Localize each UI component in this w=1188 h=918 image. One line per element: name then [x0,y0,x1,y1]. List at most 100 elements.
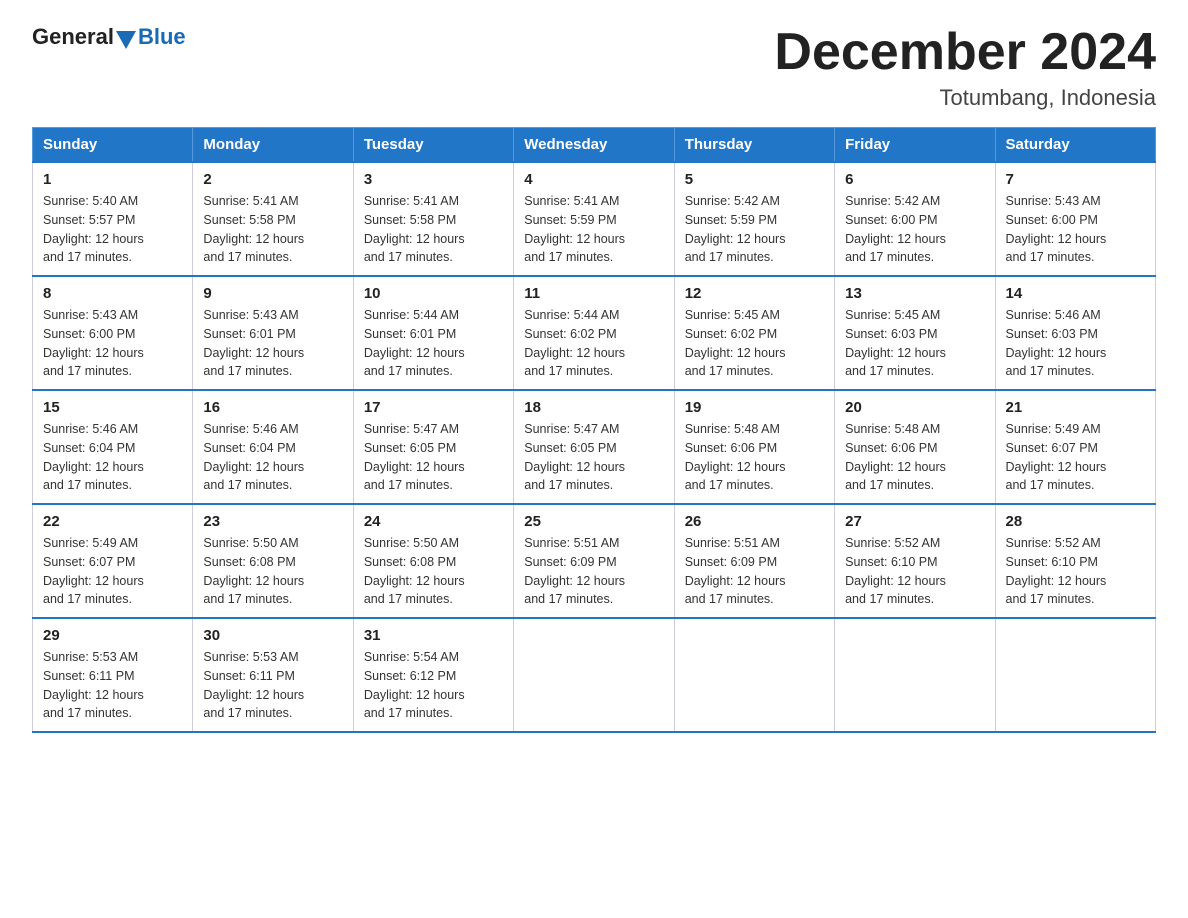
day-info: Sunrise: 5:53 AM Sunset: 6:11 PM Dayligh… [43,648,182,723]
calendar-cell: 7 Sunrise: 5:43 AM Sunset: 6:00 PM Dayli… [995,162,1155,276]
day-info: Sunrise: 5:43 AM Sunset: 6:00 PM Dayligh… [1006,192,1145,267]
day-number: 13 [845,285,984,302]
day-info: Sunrise: 5:46 AM Sunset: 6:04 PM Dayligh… [203,420,342,495]
col-wednesday: Wednesday [514,128,674,163]
calendar-cell: 21 Sunrise: 5:49 AM Sunset: 6:07 PM Dayl… [995,390,1155,504]
calendar-cell: 3 Sunrise: 5:41 AM Sunset: 5:58 PM Dayli… [353,162,513,276]
calendar-week-row-2: 8 Sunrise: 5:43 AM Sunset: 6:00 PM Dayli… [33,276,1156,390]
calendar-cell: 19 Sunrise: 5:48 AM Sunset: 6:06 PM Dayl… [674,390,834,504]
day-info: Sunrise: 5:47 AM Sunset: 6:05 PM Dayligh… [524,420,663,495]
day-number: 4 [524,171,663,188]
logo-general-text: General [32,24,114,50]
logo: General Blue [32,24,186,50]
calendar-cell: 24 Sunrise: 5:50 AM Sunset: 6:08 PM Dayl… [353,504,513,618]
calendar-week-row-4: 22 Sunrise: 5:49 AM Sunset: 6:07 PM Dayl… [33,504,1156,618]
day-info: Sunrise: 5:45 AM Sunset: 6:02 PM Dayligh… [685,306,824,381]
day-number: 31 [364,627,503,644]
day-number: 5 [685,171,824,188]
day-number: 2 [203,171,342,188]
day-info: Sunrise: 5:44 AM Sunset: 6:01 PM Dayligh… [364,306,503,381]
calendar-week-row-5: 29 Sunrise: 5:53 AM Sunset: 6:11 PM Dayl… [33,618,1156,732]
day-number: 29 [43,627,182,644]
calendar-cell: 31 Sunrise: 5:54 AM Sunset: 6:12 PM Dayl… [353,618,513,732]
day-number: 26 [685,513,824,530]
day-info: Sunrise: 5:44 AM Sunset: 6:02 PM Dayligh… [524,306,663,381]
calendar-cell: 5 Sunrise: 5:42 AM Sunset: 5:59 PM Dayli… [674,162,834,276]
day-info: Sunrise: 5:51 AM Sunset: 6:09 PM Dayligh… [524,534,663,609]
day-info: Sunrise: 5:47 AM Sunset: 6:05 PM Dayligh… [364,420,503,495]
day-number: 16 [203,399,342,416]
calendar-cell [835,618,995,732]
day-info: Sunrise: 5:46 AM Sunset: 6:04 PM Dayligh… [43,420,182,495]
col-monday: Monday [193,128,353,163]
calendar-cell: 22 Sunrise: 5:49 AM Sunset: 6:07 PM Dayl… [33,504,193,618]
calendar-cell: 13 Sunrise: 5:45 AM Sunset: 6:03 PM Dayl… [835,276,995,390]
day-number: 22 [43,513,182,530]
day-info: Sunrise: 5:49 AM Sunset: 6:07 PM Dayligh… [1006,420,1145,495]
logo-triangle-icon [116,31,136,49]
day-info: Sunrise: 5:41 AM Sunset: 5:59 PM Dayligh… [524,192,663,267]
day-info: Sunrise: 5:50 AM Sunset: 6:08 PM Dayligh… [203,534,342,609]
calendar-cell: 27 Sunrise: 5:52 AM Sunset: 6:10 PM Dayl… [835,504,995,618]
day-info: Sunrise: 5:41 AM Sunset: 5:58 PM Dayligh… [364,192,503,267]
day-info: Sunrise: 5:48 AM Sunset: 6:06 PM Dayligh… [845,420,984,495]
calendar-cell: 17 Sunrise: 5:47 AM Sunset: 6:05 PM Dayl… [353,390,513,504]
calendar-cell: 26 Sunrise: 5:51 AM Sunset: 6:09 PM Dayl… [674,504,834,618]
day-number: 12 [685,285,824,302]
calendar-cell: 29 Sunrise: 5:53 AM Sunset: 6:11 PM Dayl… [33,618,193,732]
day-number: 6 [845,171,984,188]
day-number: 17 [364,399,503,416]
location-text: Totumbang, Indonesia [774,85,1156,111]
day-info: Sunrise: 5:53 AM Sunset: 6:11 PM Dayligh… [203,648,342,723]
day-number: 25 [524,513,663,530]
col-tuesday: Tuesday [353,128,513,163]
day-info: Sunrise: 5:50 AM Sunset: 6:08 PM Dayligh… [364,534,503,609]
day-info: Sunrise: 5:40 AM Sunset: 5:57 PM Dayligh… [43,192,182,267]
day-number: 10 [364,285,503,302]
calendar-cell: 16 Sunrise: 5:46 AM Sunset: 6:04 PM Dayl… [193,390,353,504]
day-number: 23 [203,513,342,530]
day-info: Sunrise: 5:51 AM Sunset: 6:09 PM Dayligh… [685,534,824,609]
col-sunday: Sunday [33,128,193,163]
calendar-cell: 11 Sunrise: 5:44 AM Sunset: 6:02 PM Dayl… [514,276,674,390]
day-info: Sunrise: 5:41 AM Sunset: 5:58 PM Dayligh… [203,192,342,267]
calendar-cell: 9 Sunrise: 5:43 AM Sunset: 6:01 PM Dayli… [193,276,353,390]
day-number: 27 [845,513,984,530]
calendar-cell: 18 Sunrise: 5:47 AM Sunset: 6:05 PM Dayl… [514,390,674,504]
calendar-cell: 23 Sunrise: 5:50 AM Sunset: 6:08 PM Dayl… [193,504,353,618]
day-number: 19 [685,399,824,416]
col-thursday: Thursday [674,128,834,163]
calendar-cell: 20 Sunrise: 5:48 AM Sunset: 6:06 PM Dayl… [835,390,995,504]
calendar-cell: 8 Sunrise: 5:43 AM Sunset: 6:00 PM Dayli… [33,276,193,390]
day-info: Sunrise: 5:43 AM Sunset: 6:01 PM Dayligh… [203,306,342,381]
day-number: 3 [364,171,503,188]
day-number: 1 [43,171,182,188]
calendar-cell: 12 Sunrise: 5:45 AM Sunset: 6:02 PM Dayl… [674,276,834,390]
calendar-cell: 28 Sunrise: 5:52 AM Sunset: 6:10 PM Dayl… [995,504,1155,618]
col-friday: Friday [835,128,995,163]
calendar-week-row-3: 15 Sunrise: 5:46 AM Sunset: 6:04 PM Dayl… [33,390,1156,504]
calendar-cell [514,618,674,732]
month-title: December 2024 [774,24,1156,81]
calendar-cell: 25 Sunrise: 5:51 AM Sunset: 6:09 PM Dayl… [514,504,674,618]
day-number: 14 [1006,285,1145,302]
day-info: Sunrise: 5:42 AM Sunset: 6:00 PM Dayligh… [845,192,984,267]
calendar-cell: 2 Sunrise: 5:41 AM Sunset: 5:58 PM Dayli… [193,162,353,276]
day-info: Sunrise: 5:43 AM Sunset: 6:00 PM Dayligh… [43,306,182,381]
day-info: Sunrise: 5:42 AM Sunset: 5:59 PM Dayligh… [685,192,824,267]
day-number: 7 [1006,171,1145,188]
day-number: 9 [203,285,342,302]
col-saturday: Saturday [995,128,1155,163]
calendar-cell: 4 Sunrise: 5:41 AM Sunset: 5:59 PM Dayli… [514,162,674,276]
day-number: 20 [845,399,984,416]
day-number: 30 [203,627,342,644]
title-block: December 2024 Totumbang, Indonesia [774,24,1156,111]
day-info: Sunrise: 5:52 AM Sunset: 6:10 PM Dayligh… [1006,534,1145,609]
day-number: 8 [43,285,182,302]
logo-blue-text: Blue [138,24,186,50]
day-number: 11 [524,285,663,302]
calendar-cell: 15 Sunrise: 5:46 AM Sunset: 6:04 PM Dayl… [33,390,193,504]
page-header: General Blue December 2024 Totumbang, In… [32,24,1156,111]
day-number: 21 [1006,399,1145,416]
calendar-cell: 10 Sunrise: 5:44 AM Sunset: 6:01 PM Dayl… [353,276,513,390]
